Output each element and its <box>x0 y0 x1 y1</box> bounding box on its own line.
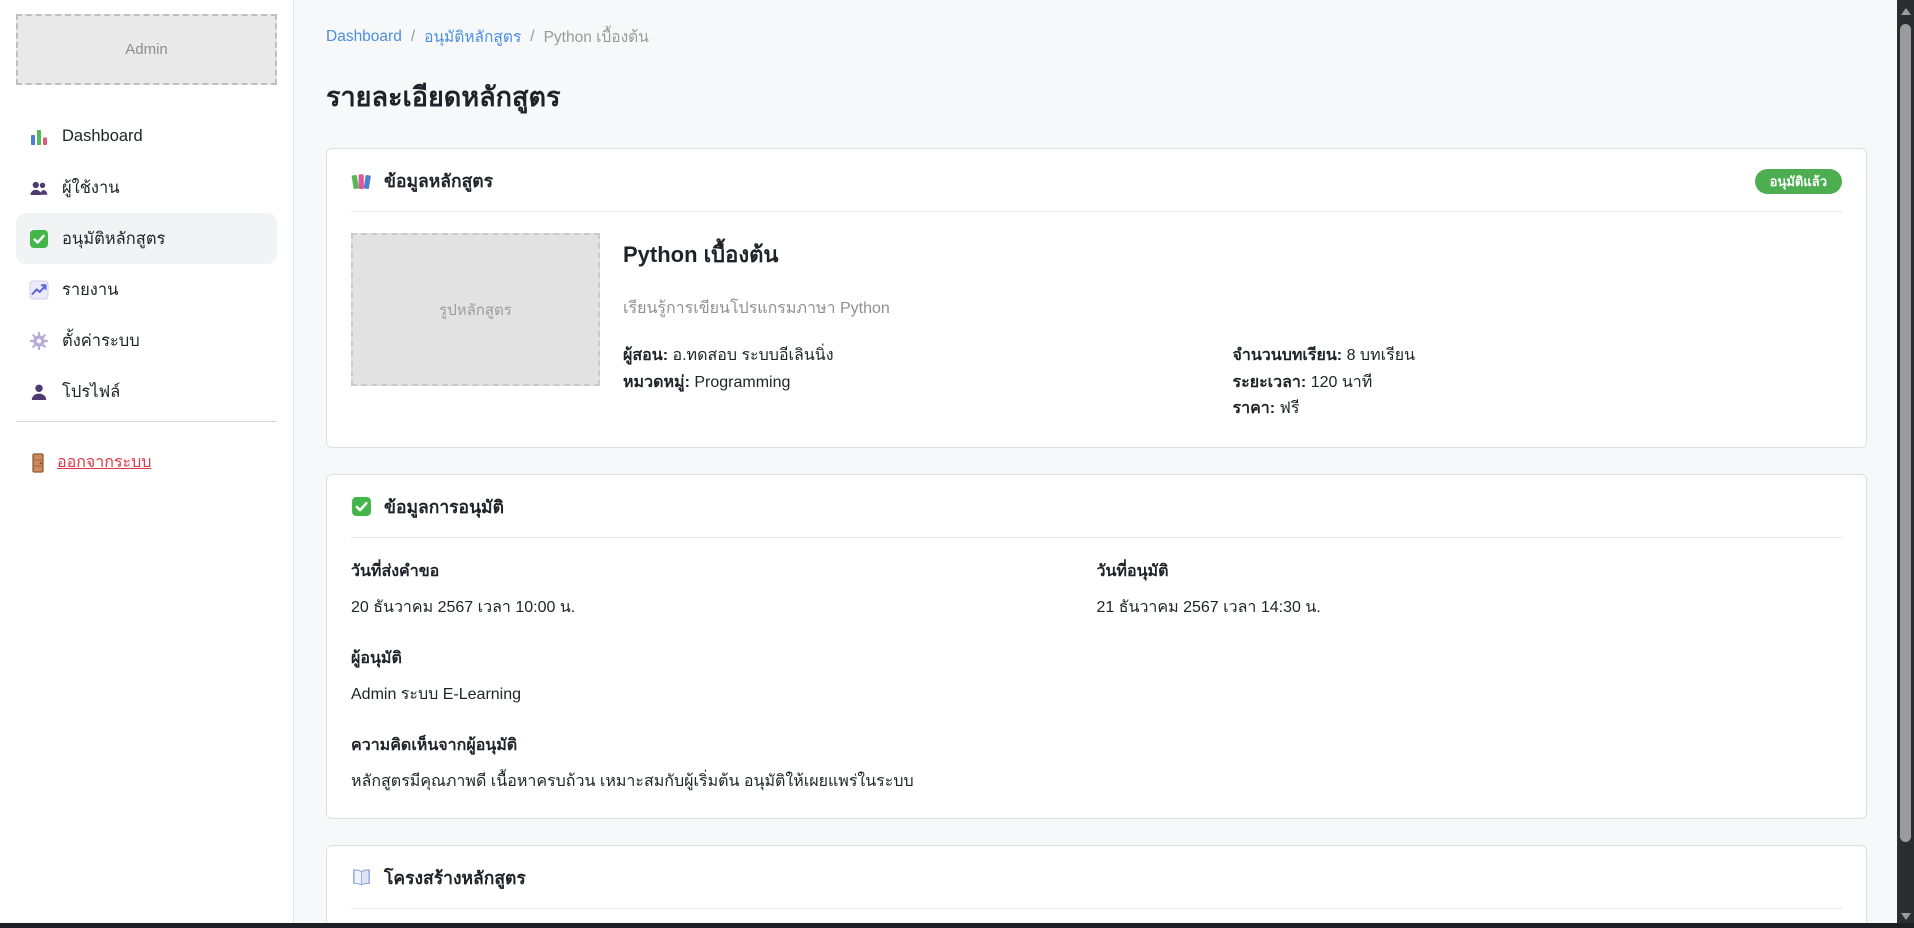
sidebar-item-label: อนุมัติหลักสูตร <box>62 226 165 252</box>
course-meta-left: ผู้สอน: อ.ทดสอบ ระบบอีเลินนิ่ง หมวดหมู่:… <box>623 343 1233 423</box>
logout-label: ออกจากระบบ <box>57 450 151 475</box>
sidebar-item-label: ผู้ใช้งาน <box>62 175 120 201</box>
door-icon <box>29 453 47 473</box>
card-divider <box>351 537 1842 538</box>
request-date-field: วันที่ส่งคำขอ 20 ธันวาคม 2567 เวลา 10:00… <box>351 559 1097 620</box>
open-book-icon <box>351 867 372 888</box>
course-info-card: ข้อมูลหลักสูตร อนุมัติแล้ว รูปหลักสูตร P… <box>326 148 1867 448</box>
profile-icon <box>29 382 49 402</box>
sidebar-item-label: รายงาน <box>62 277 118 303</box>
approver-value: Admin ระบบ E-Learning <box>351 682 1842 707</box>
logout-link[interactable]: ออกจากระบบ <box>29 450 151 475</box>
approve-date-value: 21 ธันวาคม 2567 เวลา 14:30 น. <box>1097 595 1843 620</box>
reports-chart-icon <box>29 280 49 300</box>
page-title: รายละเอียดหลักสูตร <box>326 75 1867 118</box>
approve-date-field: วันที่อนุมัติ 21 ธันวาคม 2567 เวลา 14:30… <box>1097 559 1843 620</box>
breadcrumb-separator: / <box>411 28 415 46</box>
course-price: ราคา: ฟรี <box>1233 396 1843 423</box>
sidebar-item-settings[interactable]: ตั้งค่าระบบ <box>16 315 277 366</box>
vertical-scrollbar[interactable] <box>1897 0 1914 928</box>
scrollbar-up-arrow-icon[interactable] <box>1901 8 1911 15</box>
card-divider <box>351 908 1842 909</box>
sidebar: Admin Dashboard <box>0 0 294 928</box>
sidebar-item-label: โปรไฟล์ <box>62 379 120 405</box>
sidebar-item-label: Dashboard <box>62 127 143 146</box>
books-icon <box>351 171 372 192</box>
sidebar-divider <box>16 421 277 422</box>
approver-label: ผู้อนุมัติ <box>351 646 1842 671</box>
course-structure-card-header: โครงสร้างหลักสูตร <box>351 864 1842 892</box>
course-body: รูปหลักสูตร Python เบื้องต้น เรียนรู้การ… <box>351 233 1842 423</box>
course-instructor: ผู้สอน: อ.ทดสอบ ระบบอีเลินนิ่ง <box>623 343 1233 370</box>
scrollbar-thumb[interactable] <box>1900 24 1911 842</box>
approver-comment-label: ความคิดเห็นจากผู้อนุมัติ <box>351 733 1842 758</box>
sidebar-item-reports[interactable]: รายงาน <box>16 264 277 315</box>
approver-comment-field: ความคิดเห็นจากผู้อนุมัติ หลักสูตรมีคุณภา… <box>351 733 1842 794</box>
course-image-label: รูปหลักสูตร <box>439 298 512 322</box>
sidebar-item-profile[interactable]: โปรไฟล์ <box>16 366 277 417</box>
course-category: หมวดหมู่: Programming <box>623 370 1233 397</box>
course-duration: ระยะเวลา: 120 นาที <box>1233 370 1843 397</box>
course-title: Python เบื้องต้น <box>623 237 1842 272</box>
dashboard-icon <box>29 127 49 147</box>
course-info-card-title-wrap: ข้อมูลหลักสูตร <box>351 167 493 195</box>
approver-comment-value: หลักสูตรมีคุณภาพดี เนื้อหาครบถ้วน เหมาะส… <box>351 769 1842 794</box>
breadcrumb-link-dashboard[interactable]: Dashboard <box>326 28 402 46</box>
course-info-card-title: ข้อมูลหลักสูตร <box>384 167 493 195</box>
approval-info-card-title-wrap: ข้อมูลการอนุมัติ <box>351 493 504 521</box>
course-meta-right: จำนวนบทเรียน: 8 บทเรียน ระยะเวลา: 120 นา… <box>1233 343 1843 423</box>
approval-info-card-header: ข้อมูลการอนุมัติ <box>351 493 1842 521</box>
course-description: เรียนรู้การเขียนโปรแกรมภาษา Python <box>623 296 1842 321</box>
admin-logo-placeholder: Admin <box>16 14 277 85</box>
course-structure-card-title-wrap: โครงสร้างหลักสูตร <box>351 864 526 892</box>
sidebar-nav: Dashboard ผู้ใช้งาน <box>16 111 277 417</box>
course-info: Python เบื้องต้น เรียนรู้การเขียนโปรแกรม… <box>623 233 1842 423</box>
request-date-label: วันที่ส่งคำขอ <box>351 559 1097 584</box>
approval-dates-grid: วันที่ส่งคำขอ 20 ธันวาคม 2567 เวลา 10:00… <box>351 559 1842 646</box>
request-date-value: 20 ธันวาคม 2567 เวลา 10:00 น. <box>351 595 1097 620</box>
sidebar-item-users[interactable]: ผู้ใช้งาน <box>16 162 277 213</box>
approver-field: ผู้อนุมัติ Admin ระบบ E-Learning <box>351 646 1842 707</box>
breadcrumb-current: Python เบื้องต้น <box>544 24 649 49</box>
breadcrumb: Dashboard / อนุมัติหลักสูตร / Python เบื… <box>326 24 1867 49</box>
window-bottom-edge <box>0 923 1914 928</box>
approve-check-icon <box>29 229 49 249</box>
app-layout: Admin Dashboard <box>0 0 1914 928</box>
approval-info-card-title: ข้อมูลการอนุมัติ <box>384 493 504 521</box>
breadcrumb-separator: / <box>530 28 534 46</box>
status-badge: อนุมัติแล้ว <box>1755 169 1842 194</box>
course-structure-card-title: โครงสร้างหลักสูตร <box>384 864 526 892</box>
course-lesson-count: จำนวนบทเรียน: 8 บทเรียน <box>1233 343 1843 370</box>
sidebar-item-label: ตั้งค่าระบบ <box>62 328 140 354</box>
admin-logo-label: Admin <box>125 41 168 58</box>
breadcrumb-link-course-approval[interactable]: อนุมัติหลักสูตร <box>424 24 521 49</box>
approve-date-label: วันที่อนุมัติ <box>1097 559 1843 584</box>
check-icon <box>351 496 372 517</box>
users-icon <box>29 178 49 198</box>
approval-info-card: ข้อมูลการอนุมัติ วันที่ส่งคำขอ 20 ธันวาค… <box>326 474 1867 819</box>
sidebar-item-course-approval[interactable]: อนุมัติหลักสูตร <box>16 213 277 264</box>
course-image-placeholder: รูปหลักสูตร <box>351 233 600 386</box>
main-content: Dashboard / อนุมัติหลักสูตร / Python เบื… <box>294 0 1897 928</box>
course-meta: ผู้สอน: อ.ทดสอบ ระบบอีเลินนิ่ง หมวดหมู่:… <box>623 343 1842 423</box>
scrollbar-down-arrow-icon[interactable] <box>1901 913 1911 920</box>
card-divider <box>351 211 1842 212</box>
sidebar-item-dashboard[interactable]: Dashboard <box>16 111 277 162</box>
settings-gear-icon <box>29 331 49 351</box>
course-info-card-header: ข้อมูลหลักสูตร อนุมัติแล้ว <box>351 167 1842 195</box>
course-structure-card: โครงสร้างหลักสูตร <box>326 845 1867 928</box>
